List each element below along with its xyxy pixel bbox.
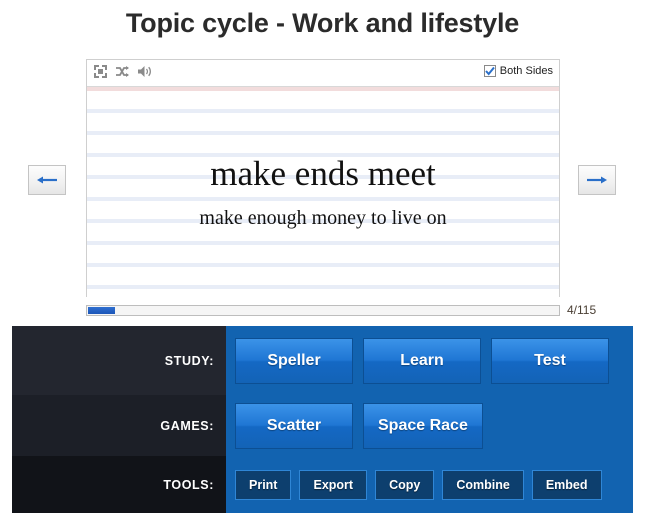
panel-label-games: GAMES: [12,395,226,456]
scatter-button[interactable]: Scatter [235,402,353,449]
progress-bar-fill [88,306,115,314]
both-sides-checkbox[interactable] [483,65,496,77]
both-sides-control[interactable]: Both Sides [483,65,553,77]
flashcard-text: make ends meet make enough money to live… [87,87,559,297]
panel-buttons-tools: Print Export Copy Combine Embed [226,469,633,500]
next-card-button[interactable] [578,165,616,195]
shuffle-icon[interactable] [115,65,129,78]
flashcard-toolbar-icons [94,65,152,78]
progress-bar[interactable] [86,304,560,316]
panel-row-tools: TOOLS: Print Export Copy Combine Embed [12,456,633,513]
panel-row-games: GAMES: Scatter Space Race [12,395,633,456]
panel-buttons-study: Speller Learn Test [226,337,633,384]
panel-label-tools: TOOLS: [12,456,226,513]
panel-row-study: STUDY: Speller Learn Test [12,326,633,395]
test-button[interactable]: Test [491,337,609,384]
flashcard-toolbar: Both Sides [87,60,559,87]
print-button[interactable]: Print [235,469,292,500]
flashcard-term: make ends meet [210,153,436,193]
export-button[interactable]: Export [299,469,368,500]
copy-button[interactable]: Copy [375,469,435,500]
card-counter: 4/115 [567,303,597,317]
embed-button[interactable]: Embed [531,469,602,500]
space-race-button[interactable]: Space Race [363,402,483,449]
panel-label-study: STUDY: [12,326,226,395]
flashcard-body[interactable]: make ends meet make enough money to live… [87,87,559,297]
arrow-right-icon [587,176,607,184]
flashcard-definition: make enough money to live on [199,207,447,230]
flashcard[interactable]: Both Sides make ends meet make enough mo… [86,59,560,297]
speller-button[interactable]: Speller [235,337,353,384]
panel-buttons-games: Scatter Space Race [226,402,633,449]
both-sides-label: Both Sides [499,65,553,77]
previous-card-button[interactable] [28,165,66,195]
fullscreen-icon[interactable] [94,65,107,78]
action-panel: STUDY: Speller Learn Test GAMES: Scatter… [12,326,633,513]
speaker-icon[interactable] [137,65,152,78]
progress-row: 4/115 [86,303,645,317]
learn-button[interactable]: Learn [363,337,481,384]
combine-button[interactable]: Combine [442,469,524,500]
arrow-left-icon [37,176,57,184]
page-title: Topic cycle - Work and lifestyle [125,8,520,38]
